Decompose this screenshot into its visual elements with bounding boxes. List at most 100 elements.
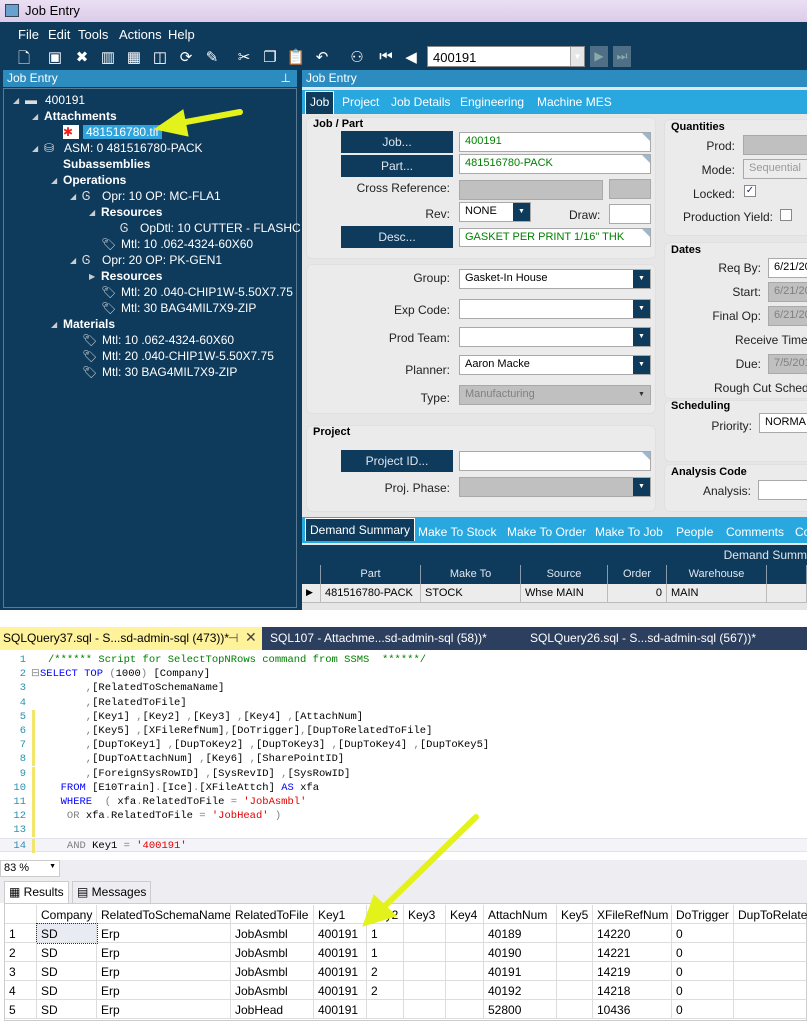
- result-cell[interactable]: [446, 924, 484, 943]
- refresh-icon[interactable]: ⟳: [176, 48, 196, 66]
- result-cell[interactable]: 1: [367, 943, 404, 962]
- pin-icon[interactable]: ⊥: [281, 71, 291, 85]
- tree-node[interactable]: ◢ Ꮆ Opr: 10 OP: MC-FLA1: [70, 188, 221, 204]
- demand-col-header[interactable]: Warehouse: [667, 565, 767, 584]
- folder-icon[interactable]: ◫: [150, 48, 170, 66]
- tree-node[interactable]: ◢ Operations: [51, 172, 126, 188]
- tree-node[interactable]: ▶ Resources: [89, 268, 162, 284]
- result-cell[interactable]: [446, 1000, 484, 1019]
- result-col-header[interactable]: AttachNum: [484, 905, 557, 924]
- result-cell[interactable]: [557, 981, 593, 1000]
- tab-results[interactable]: ▦ Results: [4, 881, 69, 903]
- job-button[interactable]: Job...: [341, 131, 453, 153]
- chevron-down-icon[interactable]: ▼: [633, 300, 650, 318]
- tree-node[interactable]: ◢ ⛁ ASM: 0 481516780-PACK: [32, 140, 203, 156]
- result-cell[interactable]: JobAsmbl: [231, 943, 314, 962]
- collapse-icon[interactable]: ◢: [32, 112, 44, 121]
- req-by-field[interactable]: 6/21/20: [768, 258, 807, 278]
- result-cell[interactable]: SD: [37, 962, 97, 981]
- chevron-down-icon[interactable]: ▼: [570, 47, 584, 66]
- result-cell[interactable]: SD: [37, 1000, 97, 1019]
- tree-node[interactable]: ✱ 481516780.tif: [51, 124, 162, 140]
- result-cell[interactable]: 52800: [484, 1000, 557, 1019]
- delete-icon[interactable]: ✖: [72, 48, 92, 66]
- menu-file[interactable]: File: [18, 27, 39, 42]
- binoculars-icon[interactable]: ⚇: [347, 48, 367, 66]
- tab-comments[interactable]: Comments: [726, 525, 784, 539]
- tree-node[interactable]: 🏷 Mtl: 10 .062-4324-60X60: [70, 332, 234, 348]
- demand-cell[interactable]: STOCK: [421, 584, 521, 603]
- sql-editor[interactable]: 1 /****** Script for SelectTopNRows comma…: [0, 650, 807, 858]
- result-cell[interactable]: SD: [37, 943, 97, 962]
- collapse-icon[interactable]: ◢: [13, 96, 25, 105]
- result-cell[interactable]: 2: [367, 962, 404, 981]
- tree-node[interactable]: 🏷 Mtl: 30 BAG4MIL7X9-ZIP: [70, 364, 237, 380]
- chevron-down-icon[interactable]: ▼: [633, 478, 650, 496]
- result-cell[interactable]: [557, 943, 593, 962]
- result-cell[interactable]: SD: [37, 981, 97, 1000]
- code-line[interactable]: 10 FROM [E10Train].[Ice].[XFileAttch] AS…: [0, 780, 807, 795]
- result-cell[interactable]: 400191: [314, 943, 367, 962]
- chevron-down-icon[interactable]: ▼: [633, 328, 650, 346]
- code-line[interactable]: 13: [0, 823, 807, 838]
- draw-field[interactable]: [609, 204, 651, 224]
- code-line[interactable]: 2 ⊟ SELECT TOP (1000) [Company]: [0, 667, 807, 681]
- result-cell[interactable]: 14221: [593, 943, 672, 962]
- menu-edit[interactable]: Edit: [48, 27, 70, 42]
- result-cell[interactable]: [734, 962, 807, 981]
- tree-node[interactable]: Subassemblies: [51, 156, 150, 172]
- result-col-header[interactable]: RelatedToSchemaName: [97, 905, 231, 924]
- code-line[interactable]: 7 ,[DupToKey1] ,[DupToKey2] ,[DupToKey3]…: [0, 738, 807, 753]
- paste-icon[interactable]: 📋: [286, 48, 306, 66]
- result-cell[interactable]: 400191: [314, 1000, 367, 1019]
- tab-more[interactable]: Co: [795, 525, 807, 539]
- tree-node[interactable]: ◢ ▬ 400191: [13, 92, 85, 108]
- chevron-down-icon[interactable]: ▼: [513, 203, 530, 221]
- part-field[interactable]: 481516780-PACK: [459, 154, 651, 174]
- tab-job[interactable]: Job: [305, 91, 335, 114]
- tree-node[interactable]: 🏷 Mtl: 30 BAG4MIL7X9-ZIP: [89, 300, 256, 316]
- tab-messages[interactable]: ▤ Messages: [72, 881, 152, 903]
- tab-make-to-order[interactable]: Make To Order: [507, 525, 586, 539]
- chevron-down-icon[interactable]: ▼: [633, 386, 650, 404]
- result-cell[interactable]: [557, 1000, 593, 1019]
- production-yield-checkbox[interactable]: [780, 209, 792, 221]
- result-cell[interactable]: 0: [672, 981, 734, 1000]
- result-cell[interactable]: JobAsmbl: [231, 924, 314, 943]
- result-cell[interactable]: 40192: [484, 981, 557, 1000]
- close-icon[interactable]: ✕: [245, 629, 257, 646]
- part-button[interactable]: Part...: [341, 155, 453, 177]
- code-line[interactable]: 3 ,[RelatedToSchemaName]: [0, 681, 807, 695]
- result-cell[interactable]: 0: [672, 924, 734, 943]
- demand-cell[interactable]: 0: [608, 584, 667, 603]
- code-line[interactable]: 11 WHERE ( xfa.RelatedToFile = 'JobAsmbl…: [0, 795, 807, 809]
- code-line[interactable]: 4 ,[RelatedToFile]: [0, 696, 807, 710]
- chevron-down-icon[interactable]: ▼: [49, 863, 56, 870]
- result-cell[interactable]: 400191: [314, 981, 367, 1000]
- result-cell[interactable]: Erp: [97, 981, 231, 1000]
- result-cell[interactable]: [404, 924, 446, 943]
- result-col-header[interactable]: DupToRelated: [734, 905, 807, 924]
- collapse-icon[interactable]: ◢: [51, 176, 63, 185]
- planner-select[interactable]: Aaron Macke ▼: [459, 355, 651, 375]
- code-line[interactable]: 5 ,[Key1] ,[Key2] ,[Key3] ,[Key4] ,[Atta…: [0, 709, 807, 724]
- result-cell[interactable]: 14220: [593, 924, 672, 943]
- code-line[interactable]: 9 ,[ForeignSysRowID] ,[SysRevID] ,[SysRo…: [0, 766, 807, 781]
- result-cell[interactable]: JobHead: [231, 1000, 314, 1019]
- tree-node[interactable]: ◢ Resources: [89, 204, 162, 220]
- result-col-header[interactable]: Key3: [404, 905, 446, 924]
- result-cell[interactable]: JobAsmbl: [231, 981, 314, 1000]
- copy-icon[interactable]: ❐: [260, 48, 280, 66]
- result-cell[interactable]: 1: [367, 924, 404, 943]
- result-cell[interactable]: [446, 943, 484, 962]
- demand-col-header[interactable]: Source: [521, 565, 608, 584]
- project-id-field[interactable]: [459, 451, 651, 471]
- collapse-icon[interactable]: ◢: [89, 208, 101, 217]
- tab-make-to-stock[interactable]: Make To Stock: [418, 525, 496, 539]
- job-field[interactable]: 400191: [459, 132, 651, 152]
- collapse-icon[interactable]: ⊟: [31, 667, 40, 681]
- tab-sql107[interactable]: SQL107 - Attachme...sd-admin-sql (58))*: [270, 631, 487, 645]
- tab-engineering[interactable]: Engineering: [460, 95, 524, 109]
- code-line[interactable]: 14 AND Key1 = '400191': [0, 837, 807, 853]
- result-cell[interactable]: 400191: [314, 924, 367, 943]
